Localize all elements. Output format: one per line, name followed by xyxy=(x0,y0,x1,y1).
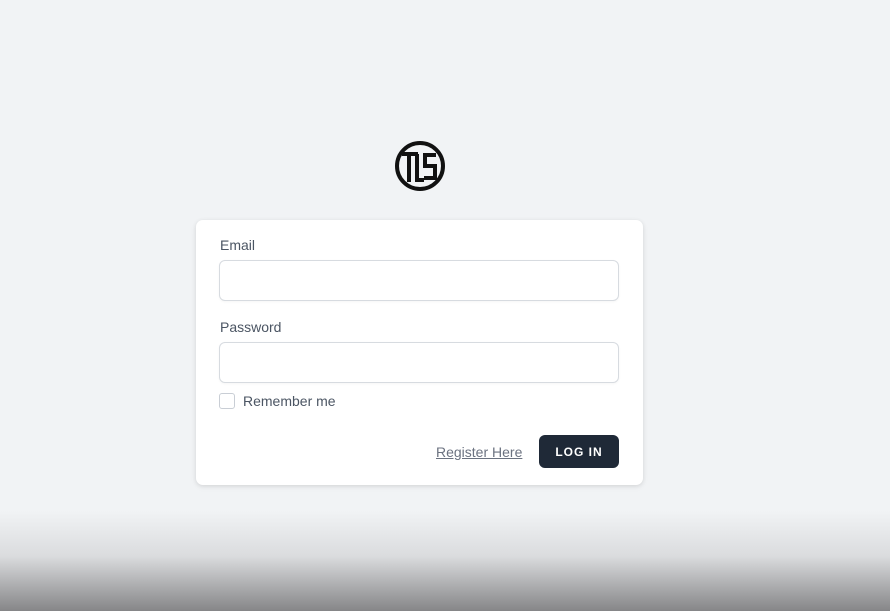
login-button[interactable]: LOG IN xyxy=(539,435,619,468)
remember-me-checkbox[interactable] xyxy=(219,393,235,409)
tls-logo-icon xyxy=(394,140,446,192)
tls-logo-graphic xyxy=(395,141,445,191)
login-page: { "logo": { "icon": "tls-logo", "text": … xyxy=(0,0,890,611)
login-card: Email Password Remember me Register Here… xyxy=(196,220,643,485)
register-link[interactable]: Register Here xyxy=(436,444,522,460)
password-label: Password xyxy=(220,319,282,335)
email-label: Email xyxy=(220,237,256,253)
email-field[interactable] xyxy=(219,260,619,301)
password-field[interactable] xyxy=(219,342,619,383)
remember-me-label: Remember me xyxy=(243,393,336,409)
bottom-fade-overlay xyxy=(0,511,890,611)
remember-me-row[interactable]: Remember me xyxy=(219,393,336,409)
